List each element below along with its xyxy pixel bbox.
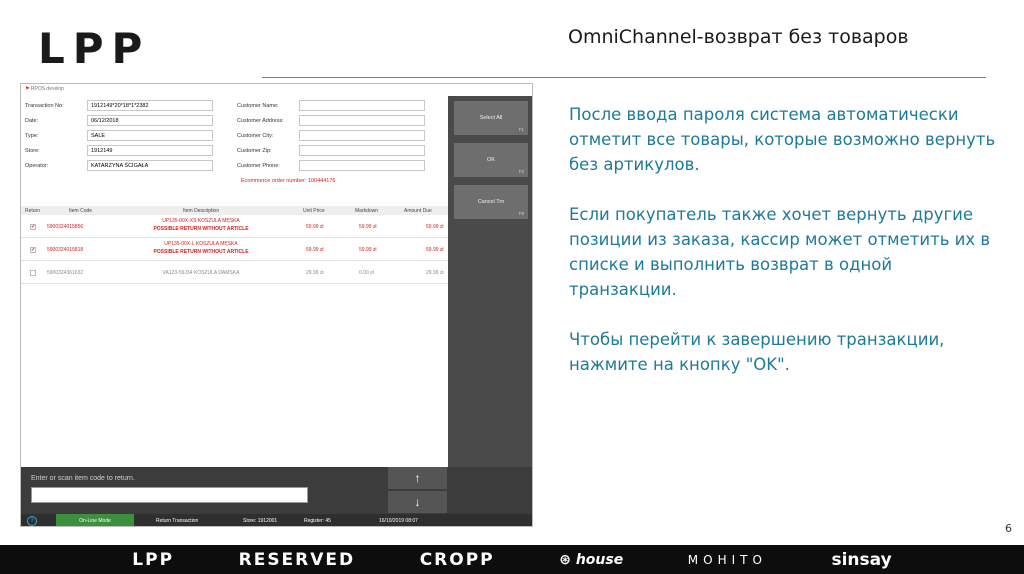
select-all-button[interactable]: Select All F1 bbox=[454, 101, 528, 135]
customer-zip-field[interactable] bbox=[299, 145, 425, 156]
return-form: Transaction No: 1912149*20*18*1*2382 Dat… bbox=[21, 96, 448, 468]
scroll-down-button[interactable]: ↓ bbox=[388, 491, 447, 513]
paragraph-1: После ввода пароля система автоматически… bbox=[569, 105, 996, 174]
customer-zip-label: Customer Zip: bbox=[237, 148, 272, 154]
title-divider bbox=[262, 77, 986, 78]
item-warning: POSSIBLE RETURN WITHOUT ARTICLE bbox=[153, 249, 249, 255]
customer-city-label: Customer City: bbox=[237, 133, 274, 139]
action-sidebar: Select All F1 OK F2 Cancel Trn F8 bbox=[448, 96, 532, 468]
scroll-up-button[interactable]: ↑ bbox=[388, 467, 447, 489]
status-bar: ? On-Line Mode Return Transaction Store:… bbox=[21, 514, 532, 526]
col-amount-due: Amount Due bbox=[404, 208, 432, 214]
customer-phone-field[interactable] bbox=[299, 160, 425, 171]
ok-key: F2 bbox=[518, 169, 524, 174]
return-checkbox[interactable] bbox=[30, 270, 36, 276]
table-row[interactable]: 5900324361632 VA123-59J34 KOSZULA DAMSKA… bbox=[21, 262, 448, 284]
customer-name-field[interactable] bbox=[299, 100, 425, 111]
customer-address-label: Customer Address: bbox=[237, 118, 284, 124]
page-number: 6 bbox=[1005, 522, 1012, 535]
customer-phone-label: Customer Phone: bbox=[237, 163, 280, 169]
col-item-description: Item Description bbox=[183, 208, 220, 214]
window-title: RPOS develop bbox=[30, 86, 64, 92]
help-icon[interactable]: ? bbox=[27, 516, 37, 526]
table-row[interactable]: ✔ 5900324015856 UP135-00X-XS KOSZULA MĘS… bbox=[21, 216, 448, 238]
item-description: VA123-59J34 KOSZULA DAMSKA bbox=[162, 270, 240, 276]
pos-title-bar: ⚑ RPOS develop bbox=[21, 84, 532, 95]
scan-input[interactable] bbox=[31, 487, 308, 503]
table-row[interactable]: ✔ 5900324015818 UP135-00X-L KOSZULA MĘSK… bbox=[21, 239, 448, 261]
arrow-up-icon: ↑ bbox=[414, 471, 421, 485]
select-all-label: Select All bbox=[479, 115, 503, 121]
markdown: 0.00 zł bbox=[359, 270, 374, 276]
ok-label: OK bbox=[487, 157, 495, 163]
datetime-status: 16/10/2019 08:07 bbox=[379, 518, 418, 524]
store-label: Store: bbox=[25, 148, 40, 154]
brand-lpp-logo: LPP bbox=[132, 549, 175, 570]
pos-window: ⚑ RPOS develop Transaction No: 1912149*2… bbox=[20, 83, 533, 527]
amount-due: 29.99 zł bbox=[426, 270, 444, 276]
select-all-key: F1 bbox=[518, 127, 524, 132]
item-code: 5900324015818 bbox=[47, 247, 84, 253]
house-circle-icon: ⊛ bbox=[559, 551, 576, 568]
col-unit-price: Unit Price bbox=[303, 208, 325, 214]
date-field[interactable]: 06/12/2018 bbox=[87, 115, 213, 126]
paragraph-3: Чтобы перейти к завершению транзакции, н… bbox=[569, 330, 945, 374]
ok-button[interactable]: OK F2 bbox=[454, 143, 528, 177]
app-icon: ⚑ bbox=[25, 86, 30, 92]
brand-footer: LPP RESERVED CROPP ⊛ house MOHITO sinsay bbox=[0, 545, 1024, 574]
unit-price: 29.99 zł bbox=[306, 270, 324, 276]
store-field[interactable]: 1912149 bbox=[87, 145, 213, 156]
transaction-no-label: Transaction No: bbox=[25, 103, 64, 109]
customer-address-field[interactable] bbox=[299, 115, 425, 126]
amount-due: 59.99 zł bbox=[426, 224, 444, 230]
item-code: 5900324015856 bbox=[47, 224, 84, 230]
operator-label: Operator: bbox=[25, 163, 49, 169]
col-markdown: Markdown bbox=[355, 208, 379, 214]
cancel-transaction-button[interactable]: Cancel Trn F8 bbox=[454, 185, 528, 219]
item-code: 5900324361632 bbox=[47, 270, 84, 276]
explanation-text: После ввода пароля система автоматически… bbox=[569, 102, 999, 402]
brand-house-logo: ⊛ house bbox=[559, 552, 623, 568]
scan-label: Enter or scan item code to return. bbox=[31, 475, 135, 482]
unit-price: 59.99 zł bbox=[306, 224, 324, 230]
date-label: Date: bbox=[25, 118, 39, 124]
unit-price: 59.99 zł bbox=[306, 247, 324, 253]
item-warning: POSSIBLE RETURN WITHOUT ARTICLE bbox=[153, 226, 249, 232]
customer-city-field[interactable] bbox=[299, 130, 425, 141]
brand-sinsay-logo: sinsay bbox=[831, 549, 892, 570]
col-return: Return bbox=[25, 208, 41, 214]
transaction-type-status: Return Transaction bbox=[156, 518, 199, 524]
cancel-label: Cancel Trn bbox=[477, 199, 505, 205]
store-status: Store: 1912001 bbox=[243, 518, 278, 524]
brand-mohito-logo: MOHITO bbox=[687, 552, 767, 567]
operator-field[interactable]: KATARZYNA ŚCIGAŁA bbox=[87, 160, 213, 171]
item-description: UP135-00X-XS KOSZULA MĘSKA bbox=[162, 218, 240, 224]
transaction-no-field[interactable]: 1912149*20*18*1*2382 bbox=[87, 100, 213, 111]
item-description: UP135-00X-L KOSZULA MĘSKA bbox=[164, 241, 238, 247]
col-item-code: Item Code bbox=[69, 208, 93, 214]
arrow-down-icon: ↓ bbox=[414, 495, 421, 509]
customer-name-label: Customer Name: bbox=[237, 103, 279, 109]
brand-reserved-logo: RESERVED bbox=[238, 549, 356, 570]
type-label: Type: bbox=[25, 133, 39, 139]
items-table-header: Return Item Code Item Description Unit P… bbox=[21, 206, 448, 215]
paragraph-2: Если покупатель также хочет вернуть друг… bbox=[569, 205, 991, 299]
register-status: Register: 45 bbox=[304, 518, 331, 524]
markdown: 59.99 zł bbox=[359, 224, 377, 230]
amount-due: 59.99 zł bbox=[426, 247, 444, 253]
lpp-logo: LPP bbox=[38, 24, 151, 73]
cancel-key: F8 bbox=[518, 211, 524, 216]
return-checkbox[interactable]: ✔ bbox=[30, 224, 36, 230]
type-field[interactable]: SALE bbox=[87, 130, 213, 141]
brand-cropp-logo: CROPP bbox=[419, 549, 495, 570]
markdown: 59.99 zł bbox=[359, 247, 377, 253]
ecommerce-order-number: Ecommerce order number: 100444176 bbox=[241, 178, 336, 184]
return-checkbox[interactable]: ✔ bbox=[30, 247, 36, 253]
scan-panel: Enter or scan item code to return. ↑ ↓ ?… bbox=[21, 467, 532, 526]
slide-title: OmniChannel-возврат без товаров bbox=[568, 26, 909, 48]
brand-house-text: house bbox=[575, 551, 624, 568]
online-mode-badge: On-Line Mode bbox=[56, 514, 134, 526]
